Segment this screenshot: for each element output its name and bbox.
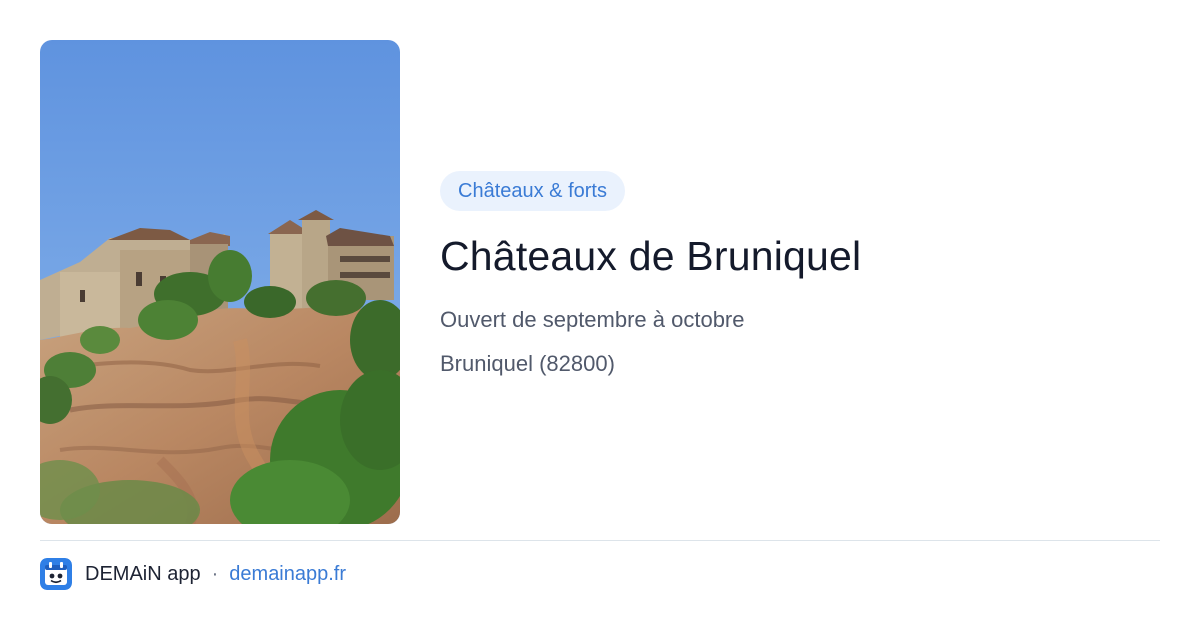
separator-dot: · — [211, 562, 219, 585]
footer: DEMAiN app · demainapp.fr — [40, 558, 346, 590]
site-link[interactable]: demainapp.fr — [229, 563, 346, 586]
app-name: DEMAiN app — [85, 562, 201, 585]
category-tag[interactable]: Châteaux & forts — [440, 171, 625, 211]
castle-photo — [40, 40, 400, 524]
demain-app-icon — [40, 558, 72, 590]
link-preview-card[interactable]: Châteaux & forts Châteaux de Bruniquel O… — [0, 0, 1200, 630]
page-title: Châteaux de Bruniquel — [440, 233, 862, 279]
location-text: Bruniquel (82800) — [440, 351, 615, 376]
info-panel: Châteaux & forts Châteaux de Bruniquel O… — [440, 171, 1160, 380]
opening-period: Ouvert de septembre à octobre — [440, 307, 745, 332]
divider — [40, 540, 1160, 541]
